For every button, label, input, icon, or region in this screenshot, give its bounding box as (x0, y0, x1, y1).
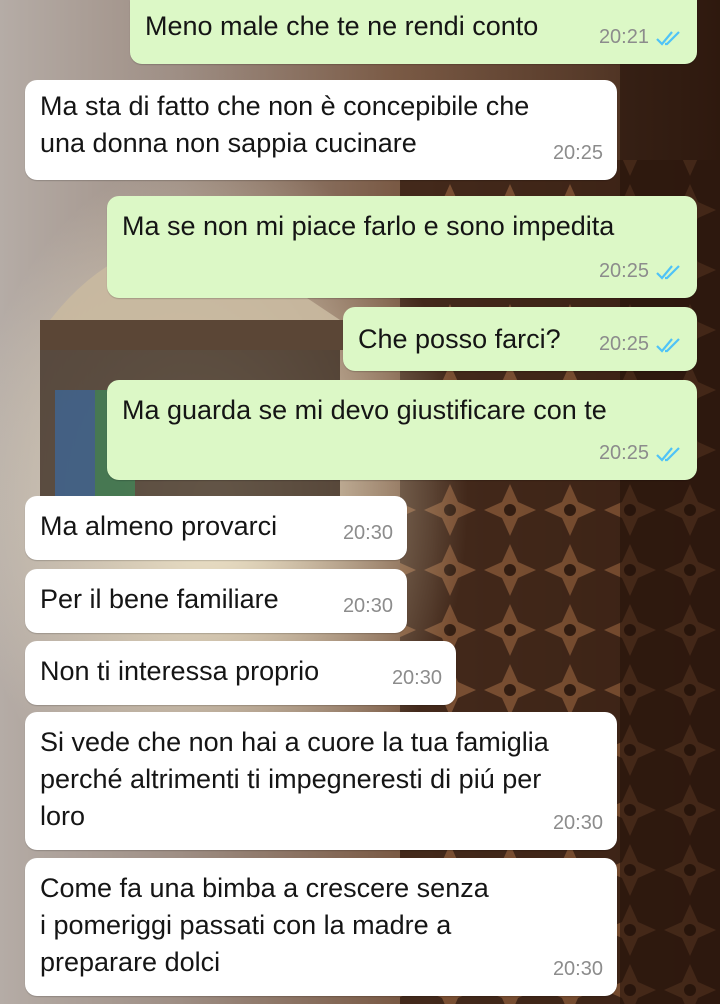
message-time: 20:25 (598, 260, 649, 282)
double-check-read-icon (655, 263, 683, 281)
message-time: 20:30 (552, 812, 603, 834)
message-time: 20:30 (552, 958, 603, 980)
message-bubble-incoming[interactable]: Come fa una bimba a crescere senza i pom… (25, 858, 617, 996)
message-bubble-outgoing[interactable]: Ma guarda se mi devo giustificare con te… (107, 380, 697, 480)
message-bubble-incoming[interactable]: Ma almeno provarci 20:30 (25, 496, 407, 560)
message-text: Per il bene familiare (40, 584, 279, 614)
message-bubble-incoming[interactable]: Per il bene familiare 20:30 (25, 569, 407, 633)
message-text: Ma guarda se mi devo giustificare con te (122, 395, 607, 425)
message-meta: 20:30 (553, 951, 603, 988)
message-meta: 20:25 (599, 253, 683, 290)
message-text: Ma almeno provarci (40, 511, 278, 541)
message-time: 20:25 (552, 142, 603, 164)
double-check-read-icon (655, 336, 683, 354)
message-meta: 20:25 (599, 435, 683, 472)
message-list: Meno male che te ne rendi conto 20:21 Ma… (0, 0, 720, 1004)
message-meta: 20:25 (553, 135, 603, 172)
message-bubble-incoming[interactable]: Non ti interessa proprio 20:30 (25, 641, 456, 705)
message-time: 20:21 (598, 26, 649, 48)
double-check-read-icon (655, 445, 683, 463)
message-bubble-outgoing[interactable]: Che posso farci? 20:25 (343, 307, 697, 371)
message-time: 20:30 (342, 595, 393, 617)
double-check-read-icon (655, 29, 683, 47)
message-meta: 20:30 (392, 660, 442, 697)
message-meta: 20:21 (599, 19, 683, 56)
message-text: Ma se non mi piace farlo e sono impedita (122, 211, 615, 241)
message-bubble-outgoing[interactable]: Meno male che te ne rendi conto 20:21 (130, 0, 697, 64)
message-time: 20:25 (598, 333, 649, 355)
message-time: 20:30 (342, 522, 393, 544)
message-meta: 20:30 (553, 805, 603, 842)
message-meta: 20:30 (343, 515, 393, 552)
message-bubble-incoming[interactable]: Ma sta di fatto che non è concepibile ch… (25, 80, 617, 180)
message-text: Si vede che non hai a cuore la tua famig… (40, 727, 549, 831)
message-time: 20:25 (598, 442, 649, 464)
message-bubble-incoming[interactable]: Si vede che non hai a cuore la tua famig… (25, 712, 617, 850)
message-text: Non ti interessa proprio (40, 656, 320, 686)
message-time: 20:30 (391, 667, 442, 689)
message-meta: 20:25 (599, 326, 683, 363)
message-text: Ma sta di fatto che non è concepibile ch… (40, 91, 530, 158)
message-text: Come fa una bimba a crescere senza i pom… (40, 873, 489, 977)
message-meta: 20:30 (343, 588, 393, 625)
message-bubble-outgoing[interactable]: Ma se non mi piace farlo e sono impedita… (107, 196, 697, 298)
